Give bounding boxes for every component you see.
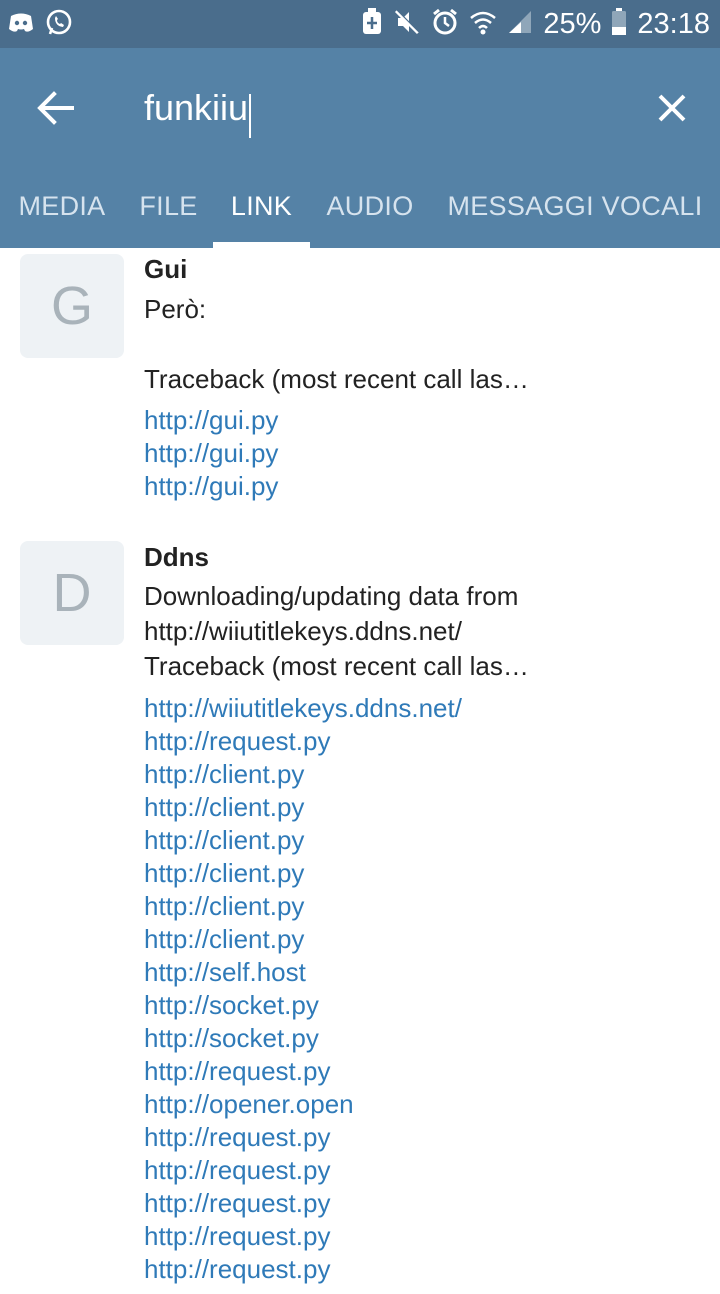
link[interactable]: http://opener.open [144,1088,462,1121]
link-results-list[interactable]: G Gui Però: Traceback (most recent call … [0,248,720,1284]
link[interactable]: http://request.py [144,1253,462,1286]
link[interactable]: http://socket.py [144,989,462,1022]
link[interactable]: http://request.py [144,725,462,758]
link[interactable]: http://request.py [144,1055,462,1088]
link[interactable]: http://client.py [144,791,462,824]
link[interactable]: http://request.py [144,1121,462,1154]
link[interactable]: http://wiiutitlekeys.ddns.net/ [144,692,462,725]
app-bar: funkiiu MEDIA FILE LINK AUDIO MESSAGGI V… [0,48,720,248]
discord-icon [8,12,34,39]
link[interactable]: http://client.py [144,890,462,923]
list-item[interactable]: D Ddns Downloading/updating data from ht… [0,534,720,1294]
close-icon [658,94,686,122]
link-list: http://wiiutitlekeys.ddns.net/ http://re… [144,692,462,1286]
media-type-tabs: MEDIA FILE LINK AUDIO MESSAGGI VOCALI [0,178,720,248]
link[interactable]: http://request.py [144,1154,462,1187]
sender-name: Ddns [144,542,209,572]
whatsapp-icon [44,8,74,43]
avatar: D [20,541,124,645]
link[interactable]: http://socket.py [144,1022,462,1055]
link[interactable]: http://client.py [144,758,462,791]
list-item[interactable]: G Gui Però: Traceback (most recent call … [0,248,720,534]
link[interactable]: http://gui.py [144,470,278,503]
text-cursor [249,93,252,138]
link[interactable]: http://client.py [144,824,462,857]
message-preview: Però: Traceback (most recent call las… [144,294,529,394]
tab-media[interactable]: MEDIA [0,178,124,248]
link[interactable]: http://gui.py [144,437,278,470]
battery-icon [611,7,627,41]
arrow-left-icon [37,91,74,125]
link[interactable]: http://gui.py [144,404,278,437]
link[interactable]: http://client.py [144,923,462,956]
alarm-icon [431,8,459,41]
tab-audio[interactable]: AUDIO [310,178,430,248]
link[interactable]: http://request.py [144,1220,462,1253]
link[interactable]: http://self.host [144,956,462,989]
back-button[interactable] [30,82,82,134]
link-list: http://gui.py http://gui.py http://gui.p… [144,404,278,503]
tab-link[interactable]: LINK [213,178,310,248]
sender-name: Gui [144,254,188,284]
clock: 23:18 [637,8,710,40]
search-field[interactable]: funkiiu [144,80,624,138]
tab-file[interactable]: FILE [124,178,213,248]
tab-voice-messages[interactable]: MESSAGGI VOCALI [430,178,720,248]
signal-icon [507,9,533,40]
message-preview: Downloading/updating data from http://wi… [144,581,529,681]
mute-icon [393,8,421,41]
status-bar: 25% 23:18 [0,0,720,48]
link[interactable]: http://request.py [144,1187,462,1220]
wifi-icon [469,8,497,41]
clear-search-button[interactable] [648,84,696,132]
link[interactable]: http://client.py [144,857,462,890]
data-saver-icon [361,7,383,41]
search-input[interactable]: funkiiu [144,87,248,128]
avatar: G [20,254,124,358]
battery-percent: 25% [543,8,602,40]
